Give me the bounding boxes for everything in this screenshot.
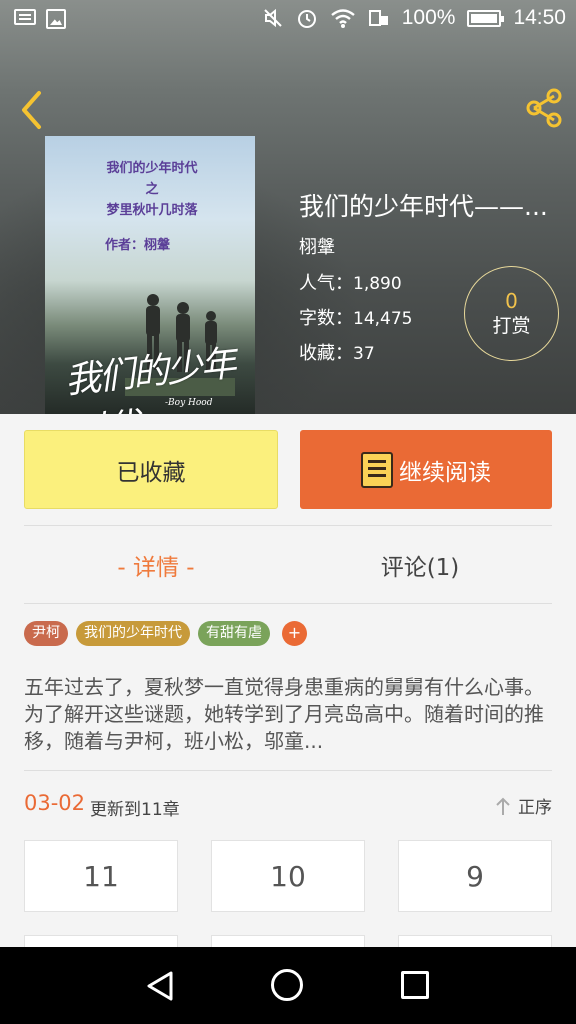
add-tag-button[interactable]: + — [282, 621, 307, 646]
back-button[interactable] — [14, 86, 50, 134]
book-cover[interactable]: 我们的少年时代 之 梦里秋叶几时落 作者：栩鞶 我们的少年时代 -Boy Hoo… — [45, 136, 255, 414]
cover-subtitle: -Boy Hood — [165, 398, 213, 408]
divider — [24, 603, 552, 604]
continue-reading-button[interactable]: 继续阅读 — [300, 430, 552, 509]
stat-popularity: 人气：1,890 — [299, 273, 402, 294]
share-button[interactable] — [522, 86, 566, 130]
synopsis[interactable]: 五年过去了，夏秋梦一直觉得身患重病的舅舅有什么心事。为了解开这些谜题，她转学到了… — [24, 674, 552, 755]
status-bar: 100% 14:50 — [0, 0, 576, 40]
nav-recents-icon[interactable] — [401, 971, 429, 999]
book-author[interactable]: 栩鞶 — [299, 233, 335, 259]
continue-reading-label: 继续阅读 — [399, 459, 491, 486]
stat-favorites: 收藏：37 — [299, 343, 375, 364]
clock: 14:50 — [513, 6, 566, 29]
share-icon — [526, 88, 562, 128]
alarm-icon — [297, 10, 316, 28]
book-header: 100% 14:50 我们的少年时代 之 梦里秋叶几时落 作者：栩鞶 我们的少年… — [0, 0, 576, 414]
tab-detail[interactable]: - 详情 - — [24, 548, 288, 582]
image-icon — [46, 9, 66, 29]
sort-order-button[interactable]: 正序 — [494, 793, 552, 818]
divider — [24, 525, 552, 526]
tag-item[interactable]: 我们的少年时代 — [76, 621, 190, 646]
sort-order-label: 正序 — [518, 798, 552, 818]
chevron-left-icon — [22, 91, 41, 129]
chapter-button[interactable]: 9 — [398, 840, 552, 912]
tip-label: 打赏 — [492, 314, 531, 337]
tip-count: 0 — [505, 288, 518, 313]
keyboard-icon — [14, 9, 36, 25]
chapter-button[interactable]: 11 — [24, 840, 178, 912]
battery-level: 100% — [401, 6, 456, 29]
tag-item[interactable]: 尹柯 — [24, 621, 68, 646]
nav-back-icon[interactable] — [143, 969, 177, 1003]
stat-word-count: 字数：14,475 — [299, 308, 413, 329]
tag-item[interactable]: 有甜有虐 — [198, 621, 270, 646]
wifi-icon — [330, 9, 355, 28]
update-status: 更新到11章 — [90, 800, 180, 820]
favorite-label: 已收藏 — [116, 459, 186, 486]
chapter-button[interactable]: 10 — [211, 840, 365, 912]
battery-icon — [467, 9, 505, 27]
nav-home-icon[interactable] — [271, 969, 303, 1001]
tag-list: 尹柯 我们的少年时代 有甜有虐 + — [24, 621, 307, 646]
cover-title: 我们的少年时代 之 梦里秋叶几时落 — [106, 161, 198, 218]
system-nav-bar — [0, 947, 576, 1024]
mute-icon — [264, 8, 282, 28]
arrow-up-icon — [496, 797, 510, 815]
signal-icon — [368, 10, 388, 26]
tab-comments[interactable]: 评论(1) — [288, 548, 552, 582]
tip-button[interactable]: 0 打赏 — [464, 266, 559, 361]
book-icon — [361, 451, 393, 488]
favorite-button[interactable]: 已收藏 — [24, 430, 278, 509]
update-date: 03-02 — [24, 791, 86, 815]
divider — [24, 770, 552, 771]
book-title: 我们的少年时代——... — [299, 192, 548, 221]
cover-script-title: 我们的少年时代 — [63, 343, 237, 414]
cover-author: 作者：栩鞶 — [105, 238, 171, 253]
